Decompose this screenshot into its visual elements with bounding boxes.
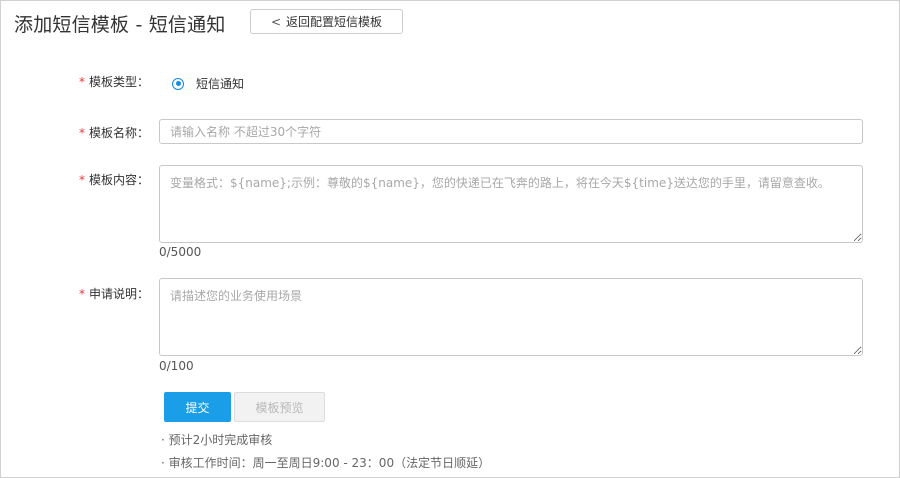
template-name-input[interactable]	[159, 119, 863, 144]
chevron-left-icon: <	[270, 14, 282, 29]
review-time-note: · 预计2小时完成审核	[161, 433, 273, 447]
application-note-label: * 申请说明：	[79, 287, 150, 301]
review-hours-note: · 审核工作时间：周一至周日9:00 - 23：00（法定节日顺延）	[161, 456, 491, 470]
radio-option-label: 短信通知	[196, 77, 245, 91]
note-char-counter: 0/100	[159, 359, 194, 373]
page-title: 添加短信模板 - 短信通知	[14, 14, 226, 36]
back-button-label: 返回配置短信模板	[286, 15, 383, 29]
template-content-label: * 模板内容：	[79, 173, 150, 187]
template-name-label: * 模板名称：	[79, 126, 150, 140]
required-mark: *	[79, 287, 85, 301]
content-char-counter: 0/5000	[159, 245, 202, 259]
template-preview-button[interactable]: 模板预览	[234, 392, 325, 422]
required-mark: *	[79, 126, 85, 140]
radio-sms-notification[interactable]: 短信通知	[172, 75, 244, 92]
template-type-label: * 模板类型：	[79, 75, 150, 89]
required-mark: *	[79, 173, 85, 187]
back-to-config-button[interactable]: < 返回配置短信模板	[250, 9, 403, 34]
submit-button[interactable]: 提交	[164, 392, 231, 422]
template-content-textarea[interactable]	[159, 165, 863, 243]
application-note-textarea[interactable]	[159, 278, 863, 356]
radio-selected-icon[interactable]	[172, 77, 184, 90]
required-mark: *	[79, 75, 85, 89]
